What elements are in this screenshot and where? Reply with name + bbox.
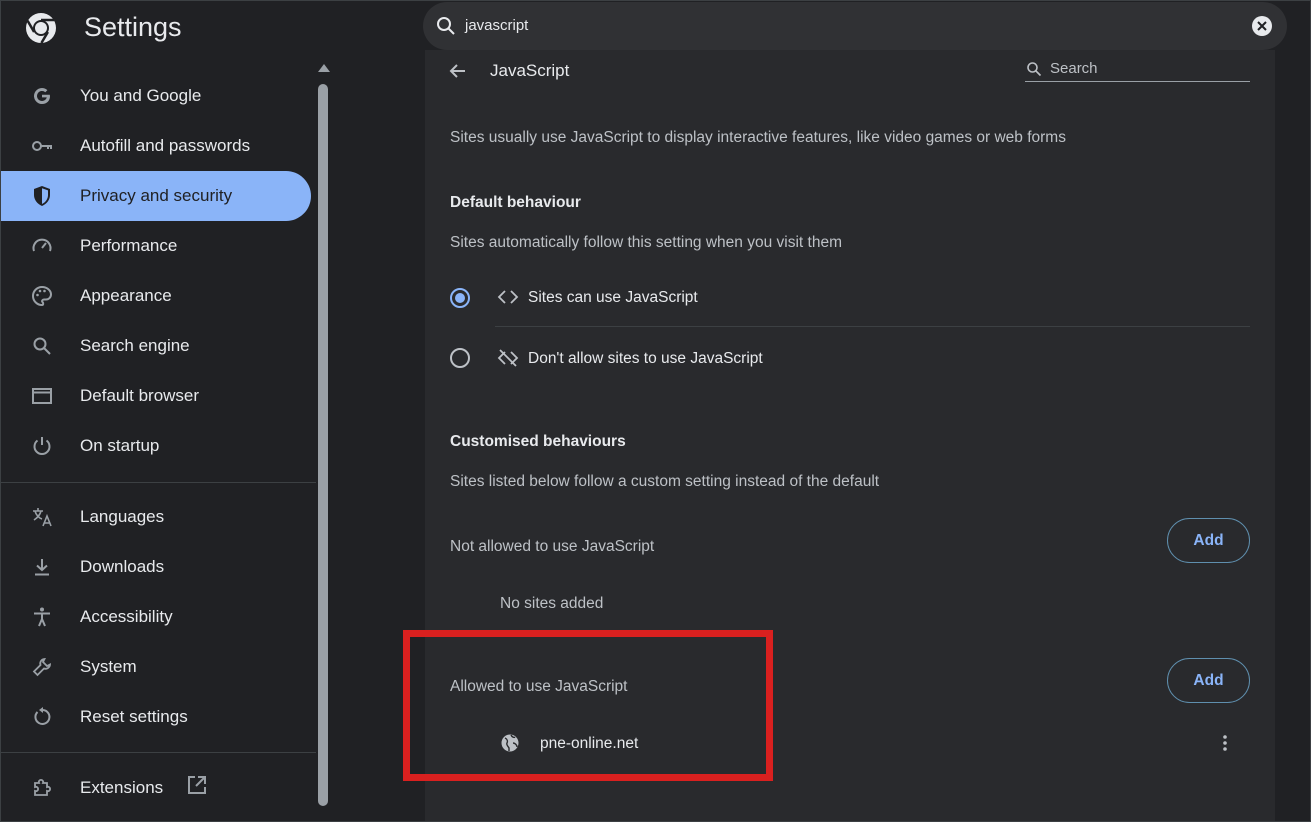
translate-icon xyxy=(33,508,52,527)
sidebar-item-label: System xyxy=(80,657,137,676)
chrome-logo-icon xyxy=(26,13,56,44)
add-blocked-site-button[interactable]: Add xyxy=(1167,518,1250,563)
sidebar-item-label: Languages xyxy=(80,507,165,526)
sidebar-item-extensions[interactable]: Extensions xyxy=(0,763,311,813)
sidebar-item-label: Performance xyxy=(80,236,178,255)
search-icon xyxy=(33,337,51,355)
settings-search-field[interactable]: javascript xyxy=(423,2,1287,50)
sidebar-item-appearance[interactable]: Appearance xyxy=(0,271,311,321)
sidebar-scrollbar[interactable] xyxy=(316,62,330,822)
sidebar: You and Google Autofill and passwords Pr… xyxy=(0,58,316,822)
download-icon xyxy=(35,559,49,576)
clear-search-icon[interactable] xyxy=(1252,16,1272,36)
block-javascript-label[interactable]: Don't allow sites to use JavaScript xyxy=(528,350,763,368)
app-title: Settings xyxy=(84,12,182,42)
shield-icon xyxy=(34,186,50,206)
search-value[interactable]: javascript xyxy=(465,17,528,34)
sidebar-item-label: On startup xyxy=(80,436,160,455)
sidebar-item-on-startup[interactable]: On startup xyxy=(0,421,311,471)
sidebar-item-label: You and Google xyxy=(80,86,202,105)
speedometer-icon xyxy=(32,238,52,252)
reset-icon xyxy=(34,707,51,725)
sidebar-item-default-browser[interactable]: Default browser xyxy=(0,371,311,421)
sidebar-item-label: Extensions xyxy=(80,778,164,797)
sidebar-item-label: Search engine xyxy=(80,336,190,355)
google-g-icon xyxy=(33,88,50,104)
sidebar-item-label: Autofill and passwords xyxy=(80,136,251,155)
sidebar-item-system[interactable]: System xyxy=(0,642,311,692)
search-icon xyxy=(1027,62,1042,77)
sidebar-item-label: Privacy and security xyxy=(80,186,233,205)
accessibility-icon xyxy=(34,607,50,627)
sidebar-item-label: Downloads xyxy=(80,557,165,576)
page-title: JavaScript xyxy=(490,61,570,80)
sidebar-item-downloads[interactable]: Downloads xyxy=(0,542,311,592)
page-description: Sites usually use JavaScript to display … xyxy=(450,129,1066,146)
sidebar-item-languages[interactable]: Languages xyxy=(0,492,311,542)
sidebar-item-autofill[interactable]: Autofill and passwords xyxy=(0,121,311,171)
block-javascript-radio[interactable] xyxy=(450,348,470,368)
sidebar-item-label: Appearance xyxy=(80,286,172,305)
option-divider xyxy=(495,326,1250,327)
allow-javascript-label[interactable]: Sites can use JavaScript xyxy=(528,289,698,307)
scroll-up-arrow-icon[interactable] xyxy=(318,64,330,72)
open-in-new-icon[interactable] xyxy=(186,774,208,796)
key-icon xyxy=(32,141,52,151)
site-search-field[interactable]: Search xyxy=(1025,56,1250,82)
sidebar-item-label: Reset settings xyxy=(80,707,188,726)
sidebar-item-reset-settings[interactable]: Reset settings xyxy=(0,692,311,742)
sidebar-item-label: Default browser xyxy=(80,386,200,405)
allow-javascript-radio[interactable] xyxy=(450,288,470,308)
puzzle-icon xyxy=(34,779,51,796)
sidebar-item-accessibility[interactable]: Accessibility xyxy=(0,592,311,642)
code-off-icon xyxy=(497,349,519,367)
sidebar-item-privacy-and-security[interactable]: Privacy and security xyxy=(0,171,311,221)
scroll-thumb[interactable] xyxy=(318,84,328,806)
sidebar-divider xyxy=(0,482,316,483)
sidebar-item-label: Accessibility xyxy=(80,607,173,626)
wrench-icon xyxy=(32,658,51,677)
search-icon xyxy=(437,17,455,35)
customised-behaviours-heading: Customised behaviours xyxy=(450,433,626,450)
sidebar-item-performance[interactable]: Performance xyxy=(0,221,311,271)
palette-icon xyxy=(32,285,53,307)
annotation-highlight-box xyxy=(403,630,773,781)
sidebar-item-you-and-google[interactable]: You and Google xyxy=(0,71,311,121)
customised-behaviours-subtext: Sites listed below follow a custom setti… xyxy=(450,473,880,490)
not-allowed-list-label: Not allowed to use JavaScript xyxy=(450,538,655,555)
default-behaviour-subtext: Sites automatically follow this setting … xyxy=(450,234,842,251)
power-icon xyxy=(33,437,51,455)
add-allowed-site-button[interactable]: Add xyxy=(1167,658,1250,703)
sidebar-divider xyxy=(0,752,316,753)
site-search-placeholder: Search xyxy=(1050,60,1098,77)
sidebar-item-search-engine[interactable]: Search engine xyxy=(0,321,311,371)
browser-window-icon xyxy=(32,388,52,404)
no-sites-added-text: No sites added xyxy=(500,595,604,612)
more-vert-icon[interactable] xyxy=(1215,731,1235,755)
default-behaviour-heading: Default behaviour xyxy=(450,194,581,211)
code-icon xyxy=(497,290,519,304)
back-arrow-icon[interactable] xyxy=(445,58,471,84)
